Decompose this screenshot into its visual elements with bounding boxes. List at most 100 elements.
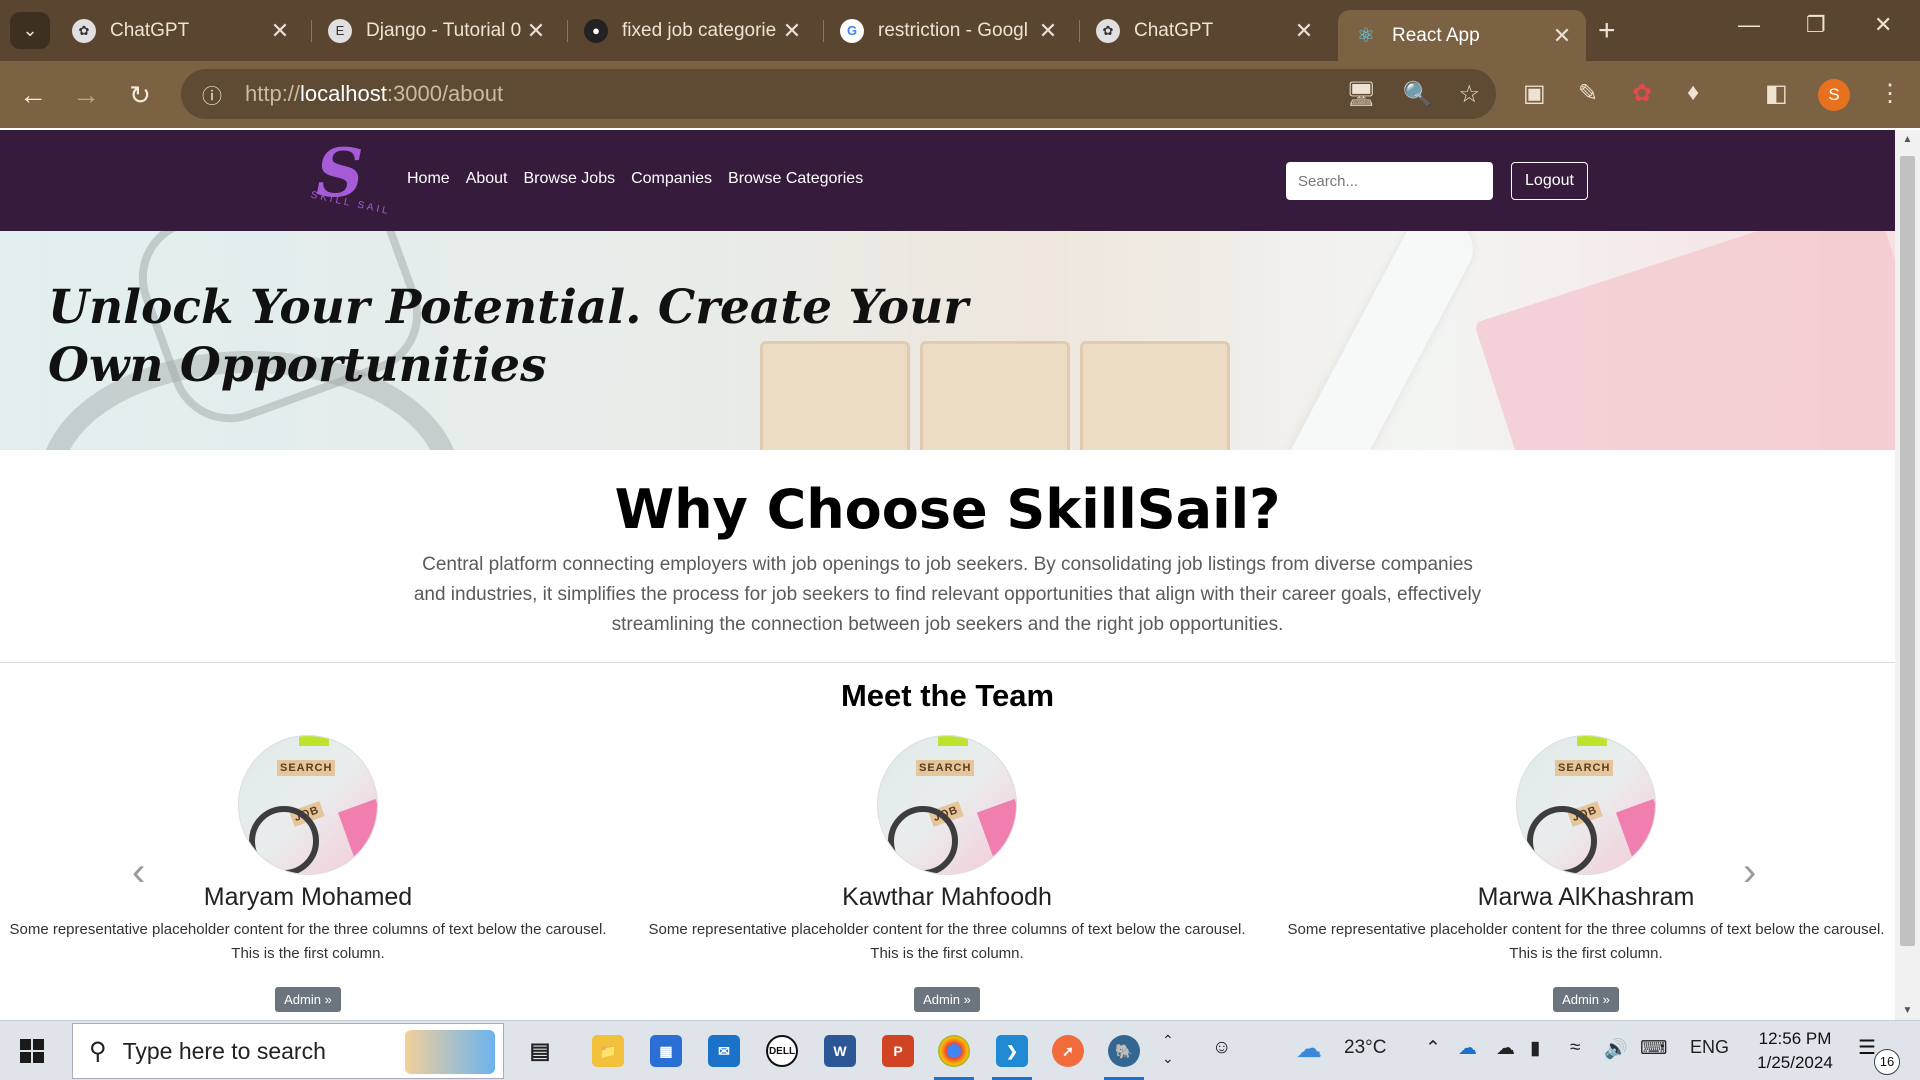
keyboard-icon[interactable]: ⌨ [1640, 1037, 1667, 1060]
browser-tab[interactable]: E Django - Tutorial 0 ✕ [312, 10, 560, 51]
taskbar-search-box[interactable]: ⚲ Type here to search [72, 1023, 504, 1079]
address-bar[interactable]: ⓘ http://localhost:3000/about 🖥 🔍 ☆ [181, 69, 1496, 119]
site-info-icon[interactable]: ⓘ [187, 80, 237, 109]
nav-link-about[interactable]: About [466, 170, 508, 188]
install-app-icon[interactable]: 🖥 [1346, 80, 1376, 109]
color-picker-icon[interactable]: ✎ [1578, 79, 1598, 108]
close-icon[interactable]: ✕ [270, 18, 290, 44]
bookmark-star-icon[interactable]: ☆ [1458, 80, 1480, 109]
new-tab-icon[interactable]: + [1598, 14, 1616, 48]
site-search-input[interactable] [1286, 162, 1493, 200]
member-role-button[interactable]: Admin » [275, 987, 341, 1012]
close-icon[interactable]: ✕ [526, 18, 546, 44]
tab-search-dropdown-icon[interactable]: ⌄ [10, 12, 50, 49]
team-member-card: SEARCH JOB Kawthar Mahfoodh Some represe… [647, 735, 1247, 1012]
team-title: Meet the Team [840, 678, 1055, 713]
windows-taskbar: ⚲ Type here to search ▤ 📁 ▦ ✉ DELL W P ❯… [0, 1020, 1920, 1080]
reload-icon[interactable]: ↻ [120, 75, 160, 115]
nav-link-browse-jobs[interactable]: Browse Jobs [524, 170, 616, 188]
close-icon[interactable]: ✕ [1294, 18, 1314, 44]
page-scrollbar[interactable]: ▲ ▼ [1895, 130, 1920, 1020]
onedrive-icon[interactable]: ☁ [1458, 1037, 1477, 1060]
logout-button[interactable]: Logout [1511, 162, 1588, 200]
profile-avatar[interactable]: S [1818, 79, 1850, 111]
nav-link-companies[interactable]: Companies [631, 170, 712, 188]
postgresql-icon[interactable]: 🐘 [1108, 1035, 1140, 1067]
chatgpt-icon: ✿ [1096, 18, 1120, 43]
word-icon[interactable]: W [824, 1035, 856, 1067]
why-description: Central platform connecting employers wi… [413, 554, 1482, 635]
photo-magnifier [249, 806, 319, 874]
photo-tile-search: SEARCH [277, 760, 336, 776]
task-view-icon[interactable]: ▤ [524, 1035, 556, 1067]
scroll-thumb[interactable] [1900, 156, 1915, 946]
member-bio: Some representative placeholder content … [1287, 921, 1885, 962]
member-photo: SEARCH JOB [1516, 735, 1656, 875]
google-icon: G [840, 18, 864, 43]
menu-kebab-icon[interactable]: ⋮ [1878, 79, 1902, 108]
react-icon: ⚛ [1357, 25, 1375, 47]
member-name: Maryam Mohamed [203, 883, 413, 911]
site-navbar: S SKILL SAIL Home About Browse Jobs Comp… [0, 130, 1895, 231]
browser-tabstrip: ⌄ ✿ ChatGPT ✕ E Django - Tutorial 0 ✕ ● … [0, 0, 1920, 61]
zoom-icon[interactable]: 🔍 [1403, 80, 1433, 109]
browser-tab[interactable]: ✿ ChatGPT ✕ [1080, 10, 1328, 51]
url-text[interactable]: http://localhost:3000/about [245, 81, 503, 107]
dell-icon[interactable]: DELL [766, 1035, 798, 1067]
taskbar-search-placeholder: Type here to search [122, 1037, 326, 1064]
photo-decoration [938, 736, 968, 746]
django-e-icon: E [328, 18, 352, 43]
wifi-icon[interactable]: ≈ [1570, 1037, 1580, 1059]
sync-icon[interactable]: ☁ [1496, 1037, 1515, 1060]
close-window-icon[interactable]: ✕ [1874, 12, 1892, 38]
notification-center-icon[interactable]: ☰ 16 [1858, 1035, 1900, 1075]
photo-decoration [1577, 736, 1607, 746]
close-icon[interactable]: ✕ [782, 18, 802, 44]
close-icon[interactable]: ✕ [1038, 18, 1058, 44]
extension-icon[interactable]: ✿ [1632, 79, 1652, 108]
member-role-button[interactable]: Admin » [914, 987, 980, 1012]
overflow-arrows-icon[interactable]: ⌃ ⌄ [1162, 1031, 1174, 1067]
nav-link-browse-categories[interactable]: Browse Categories [728, 170, 863, 188]
weather-temperature[interactable]: 23°C [1344, 1037, 1386, 1059]
member-bio: Some representative placeholder content … [648, 921, 1246, 962]
member-role-button[interactable]: Admin » [1553, 987, 1619, 1012]
restore-icon[interactable]: ❐ [1806, 12, 1826, 38]
mail-icon[interactable]: ✉ [708, 1035, 740, 1067]
battery-icon[interactable]: ▮ [1530, 1037, 1540, 1060]
show-hidden-icons-icon[interactable]: ⌃ [1425, 1037, 1441, 1060]
member-photo: SEARCH JOB [877, 735, 1017, 875]
scroll-up-icon[interactable]: ▲ [1900, 134, 1915, 145]
vscode-icon[interactable]: ❯ [996, 1035, 1028, 1067]
picture-in-picture-icon[interactable]: ▣ [1523, 79, 1546, 108]
people-icon[interactable]: ☺ [1212, 1037, 1231, 1059]
forward-icon[interactable]: → [66, 75, 106, 115]
omnibox-actions: 🖥 🔍 ☆ [1346, 69, 1480, 119]
weather-cloud-icon[interactable]: ☁ [1296, 1033, 1322, 1064]
scroll-down-icon[interactable]: ▼ [1900, 1005, 1915, 1016]
back-icon[interactable]: ← [13, 75, 53, 115]
browser-tab[interactable]: ● fixed job categorie ✕ [568, 10, 816, 51]
browser-tab[interactable]: G restriction - Googl ✕ [824, 10, 1072, 51]
nav-link-home[interactable]: Home [407, 170, 450, 188]
side-panel-icon[interactable]: ◧ [1765, 79, 1788, 108]
postman-icon[interactable]: ➚ [1052, 1035, 1084, 1067]
volume-icon[interactable]: 🔊 [1604, 1037, 1628, 1061]
hero-banner: Unlock Your Potential. Create Your Own O… [0, 231, 1895, 450]
powerpoint-icon[interactable]: P [882, 1035, 914, 1067]
search-highlight-art [405, 1030, 495, 1074]
browser-tab[interactable]: ✿ ChatGPT ✕ [56, 10, 304, 51]
windows-start-icon[interactable] [20, 1039, 44, 1063]
close-icon[interactable]: ✕ [1552, 23, 1572, 49]
minimize-icon[interactable]: — [1738, 12, 1760, 38]
extensions-puzzle-icon[interactable]: ♦ [1687, 79, 1699, 107]
photo-decoration [1615, 798, 1655, 870]
browser-tab-active[interactable]: ⚛ React App ✕ [1338, 10, 1586, 61]
skillsail-logo[interactable]: S SKILL SAIL [308, 134, 393, 220]
chrome-icon[interactable] [938, 1035, 970, 1067]
microsoft-store-icon[interactable]: ▦ [650, 1035, 682, 1067]
taskbar-clock[interactable]: 12:56 PM 1/25/2024 [1742, 1027, 1848, 1075]
file-explorer-icon[interactable]: 📁 [592, 1035, 624, 1067]
member-bio: Some representative placeholder content … [9, 921, 607, 962]
language-indicator[interactable]: ENG [1690, 1037, 1729, 1058]
